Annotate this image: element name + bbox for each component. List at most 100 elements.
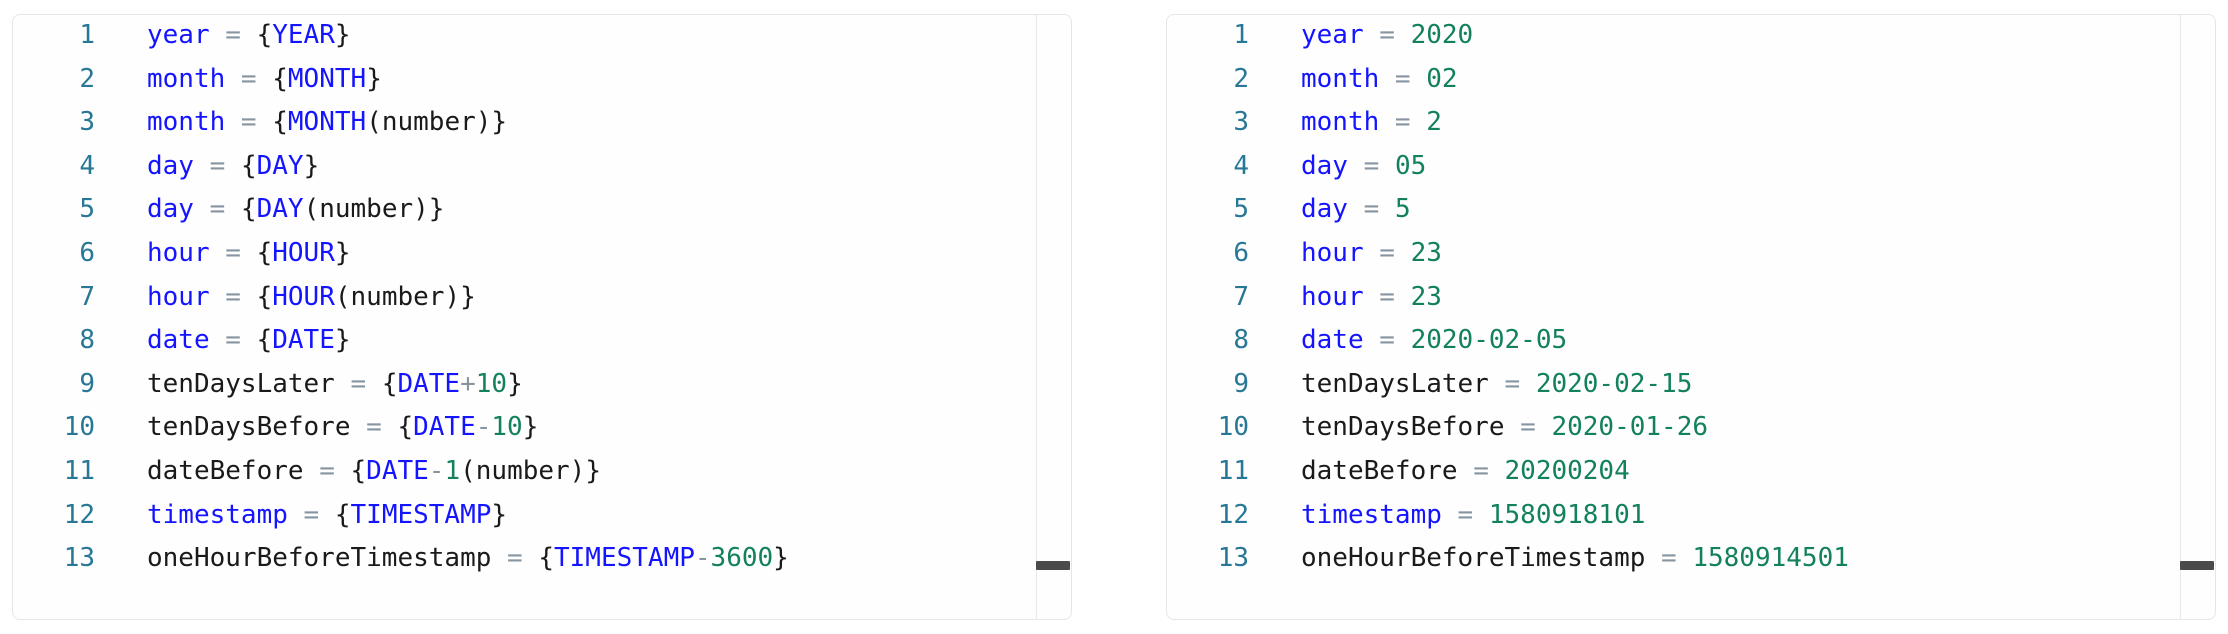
code-line[interactable]: 3 month = 2 [1167, 107, 2215, 151]
line-number: 4 [79, 150, 95, 181]
code-line-text[interactable]: hour = 23 [1249, 282, 1442, 312]
token-key: month [147, 107, 226, 138]
resolved-code-viewport[interactable]: 1 year = 2020 2 month = 02 3 month = 2 4 day = … [1167, 15, 2215, 619]
token-plain: oneHourBeforeTimestamp [147, 543, 492, 574]
code-line-text[interactable]: month = 02 [1249, 64, 1458, 94]
line-number: 3 [79, 107, 95, 138]
token-macro: DATE [413, 412, 476, 443]
token-eq: = [193, 150, 241, 181]
code-line[interactable]: 12 timestamp = 1580918101 [1167, 500, 2215, 544]
code-line-text[interactable]: month = 2 [1249, 107, 1442, 137]
code-line[interactable]: 5 day = 5 [1167, 194, 2215, 238]
code-line-text[interactable]: oneHourBeforeTimestamp = 1580914501 [1249, 543, 1849, 573]
code-line-text[interactable]: day = 05 [1249, 151, 1426, 181]
code-line-text[interactable]: month = {MONTH(number)} [95, 107, 507, 137]
line-number: 7 [79, 281, 95, 312]
code-line[interactable]: 9 tenDaysLater = {DATE+10} [13, 369, 1071, 413]
token-plain: dateBefore [147, 455, 304, 486]
code-line[interactable]: 10 tenDaysBefore = 2020-01-26 [1167, 412, 2215, 456]
token-key: year [147, 20, 210, 50]
code-line-text[interactable]: tenDaysLater = {DATE+10} [95, 369, 523, 399]
code-line[interactable]: 2 month = {MONTH} [13, 64, 1071, 108]
token-plain: tenDaysLater [1301, 368, 1489, 399]
code-line[interactable]: 11 dateBefore = 20200204 [1167, 456, 2215, 500]
code-line[interactable]: 12 timestamp = {TIMESTAMP} [13, 500, 1071, 544]
code-line[interactable]: 6 hour = 23 [1167, 238, 2215, 282]
code-line[interactable]: 5 day = {DAY(number)} [13, 194, 1071, 238]
token-eq: - [694, 543, 711, 574]
token-macro: DATE [366, 455, 429, 486]
code-line-text[interactable]: tenDaysLater = 2020-02-15 [1249, 369, 1692, 399]
code-line[interactable]: 1 year = 2020 [1167, 20, 2215, 64]
line-number: 12 [63, 499, 95, 530]
code-line[interactable]: 4 day = 05 [1167, 151, 2215, 195]
code-line-text[interactable]: hour = {HOUR(number)} [95, 282, 476, 312]
template-horizontal-scrollbar[interactable] [1033, 15, 1071, 619]
token-key: day [1301, 194, 1348, 225]
code-comparison-stage: 1 year = {YEAR} 2 month = {MONTH} 3 month = {… [0, 0, 2228, 634]
resolved-scrollbar-thumb[interactable] [2180, 561, 2214, 570]
token-key: year [1301, 20, 1364, 50]
code-line-text[interactable]: oneHourBeforeTimestamp = {TIMESTAMP-3600… [95, 543, 789, 573]
template-code-panel[interactable]: 1 year = {YEAR} 2 month = {MONTH} 3 month = {… [12, 14, 1072, 620]
code-line-text[interactable]: dateBefore = {DATE-1(number)} [95, 456, 601, 486]
line-number: 11 [1217, 455, 1249, 486]
code-line[interactable]: 9 tenDaysLater = 2020-02-15 [1167, 369, 2215, 413]
code-line-text[interactable]: year = 2020 [1249, 20, 1473, 50]
token-eq: - [428, 455, 445, 486]
code-line[interactable]: 1 year = {YEAR} [13, 20, 1071, 64]
token-key: month [1301, 107, 1380, 138]
code-line[interactable]: 8 date = 2020-02-05 [1167, 325, 2215, 369]
code-line[interactable]: 10 tenDaysBefore = {DATE-10} [13, 412, 1071, 456]
token-key: day [147, 150, 194, 181]
line-number: 2 [79, 63, 95, 94]
token-num: 2020 [1410, 20, 1474, 50]
code-line[interactable]: 13 oneHourBeforeTimestamp = 1580914501 [1167, 543, 2215, 587]
code-line-text[interactable]: day = 5 [1249, 194, 1411, 224]
token-arg: (number) [366, 107, 492, 138]
token-macro: DAY [256, 194, 304, 225]
code-line-text[interactable]: hour = 23 [1249, 238, 1442, 268]
code-line-text[interactable]: year = {YEAR} [95, 20, 351, 50]
line-number: 3 [1233, 107, 1249, 138]
resolved-horizontal-scrollbar[interactable] [2177, 15, 2215, 619]
code-line-text[interactable]: date = {DATE} [95, 325, 351, 355]
line-number: 1 [1233, 20, 1249, 50]
code-line[interactable]: 3 month = {MONTH(number)} [13, 107, 1071, 151]
token-eq: = [303, 455, 351, 486]
code-line[interactable]: 7 hour = {HOUR(number)} [13, 282, 1071, 326]
line-number: 8 [1233, 325, 1249, 356]
token-key: day [1301, 150, 1348, 181]
code-line[interactable]: 11 dateBefore = {DATE-1(number)} [13, 456, 1071, 500]
code-line-text[interactable]: timestamp = 1580918101 [1249, 500, 1645, 530]
line-number: 10 [63, 412, 95, 443]
token-num: 02 [1426, 63, 1458, 94]
token-key: month [147, 63, 226, 94]
code-line-text[interactable]: tenDaysBefore = 2020-01-26 [1249, 412, 1708, 442]
token-brace: } [366, 63, 382, 94]
code-line[interactable]: 8 date = {DATE} [13, 325, 1071, 369]
code-line-text[interactable]: timestamp = {TIMESTAMP} [95, 500, 507, 530]
code-line-text[interactable]: date = 2020-02-05 [1249, 325, 1567, 355]
token-key: month [1301, 63, 1380, 94]
code-line[interactable]: 6 hour = {HOUR} [13, 238, 1071, 282]
code-line-text[interactable]: day = {DAY(number)} [95, 194, 444, 224]
code-line[interactable]: 2 month = 02 [1167, 64, 2215, 108]
token-macro: TIMESTAMP [554, 543, 695, 574]
token-key: hour [147, 281, 210, 312]
code-line-text[interactable]: hour = {HOUR} [95, 238, 351, 268]
code-line[interactable]: 13 oneHourBeforeTimestamp = {TIMESTAMP-36… [13, 543, 1071, 587]
code-line-text[interactable]: dateBefore = 20200204 [1249, 456, 1630, 486]
code-line-text[interactable]: month = {MONTH} [95, 64, 382, 94]
code-line[interactable]: 7 hour = 23 [1167, 282, 2215, 326]
token-num: 10 [475, 368, 508, 399]
token-num: 2020-02-05 [1410, 325, 1568, 356]
token-eq: = [287, 499, 335, 530]
template-code-viewport[interactable]: 1 year = {YEAR} 2 month = {MONTH} 3 month = {… [13, 15, 1071, 619]
code-line-text[interactable]: day = {DAY} [95, 151, 319, 181]
resolved-code-panel[interactable]: 1 year = 2020 2 month = 02 3 month = 2 4 day = … [1166, 14, 2216, 620]
template-scrollbar-thumb[interactable] [1036, 561, 1070, 570]
code-line-text[interactable]: tenDaysBefore = {DATE-10} [95, 412, 538, 442]
code-line[interactable]: 4 day = {DAY} [13, 151, 1071, 195]
token-key: day [147, 194, 194, 225]
